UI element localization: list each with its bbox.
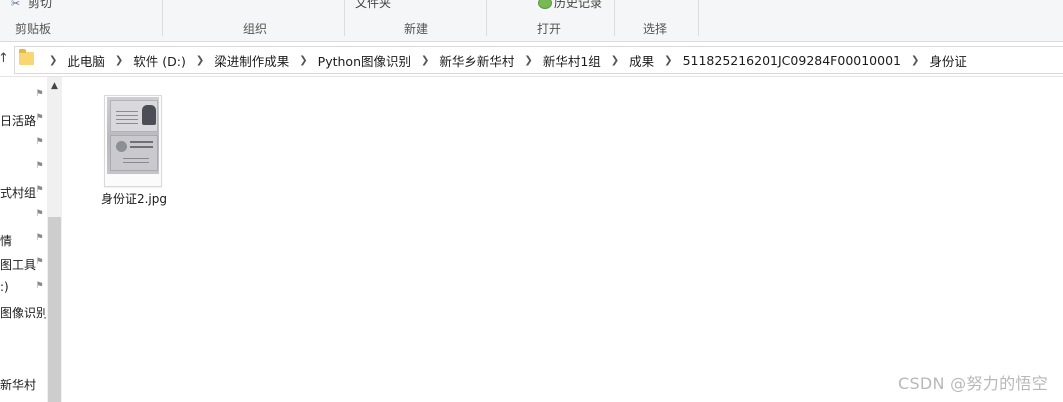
emblem-icon xyxy=(116,141,127,152)
pin-icon[interactable]: ⚑ xyxy=(35,282,44,291)
id-card-text-lines xyxy=(116,111,138,127)
quick-access-item[interactable]: ⚑ xyxy=(0,157,46,179)
scissors-icon[interactable]: ✂ xyxy=(11,0,20,10)
breadcrumb-item[interactable]: 新华村1组 xyxy=(543,51,601,70)
breadcrumb-item[interactable]: 身份证 xyxy=(929,51,967,70)
pin-icon[interactable]: ⚑ xyxy=(35,234,44,243)
quick-access-label: 新华村 xyxy=(0,378,37,392)
ribbon-divider xyxy=(344,0,345,36)
id-card-front xyxy=(110,100,158,132)
breadcrumb-item[interactable]: 成果 xyxy=(629,51,654,70)
quick-access-item[interactable]: 图工具 ⚑ xyxy=(0,253,46,275)
group-label-new: 新建 xyxy=(404,22,429,36)
ribbon-divider xyxy=(162,0,163,36)
watermark: CSDN @努力的悟空 xyxy=(897,374,1048,393)
id-card-title-lines xyxy=(130,141,153,151)
quick-access-item[interactable]: 日活路 ⚑ xyxy=(0,109,46,131)
group-label-select: 选择 xyxy=(643,22,668,36)
pin-icon[interactable]: ⚑ xyxy=(35,162,44,171)
quick-access-label: 日活路 xyxy=(0,114,37,128)
breadcrumb-item[interactable]: 软件 (D:) xyxy=(133,51,186,70)
quick-access-item[interactable]: 式村组 ⚑ xyxy=(0,181,46,203)
chevron-right-icon[interactable]: ❯ xyxy=(49,55,57,66)
image-thumbnail[interactable] xyxy=(104,95,162,187)
breadcrumb-item[interactable]: 新华乡新华村 xyxy=(439,51,514,70)
history-icon[interactable] xyxy=(538,0,552,9)
scroll-up-icon[interactable]: ▲ xyxy=(47,81,62,95)
id-card-text-lines xyxy=(123,158,149,166)
breadcrumb-item[interactable]: 梁进制作成果 xyxy=(214,51,289,70)
ribbon-divider xyxy=(614,0,615,36)
quick-access-item[interactable]: 新华村 xyxy=(0,373,46,395)
new-folder-button[interactable]: 文件夹 xyxy=(355,0,391,11)
id-card-photo xyxy=(107,97,159,174)
pin-icon[interactable]: ⚑ xyxy=(35,90,44,99)
nav-scrollbar[interactable]: ▲ xyxy=(47,77,62,402)
chevron-right-icon[interactable]: ❯ xyxy=(524,55,532,66)
chevron-right-icon[interactable]: ❯ xyxy=(196,55,204,66)
breadcrumb: ❯ 此电脑 ❯ 软件 (D:) ❯ 梁进制作成果 ❯ Python图像识别 ❯ … xyxy=(39,47,967,73)
quick-access-item[interactable]: ⚑ xyxy=(0,133,46,155)
group-label-organize: 组织 xyxy=(243,22,268,36)
id-card-back xyxy=(110,135,158,171)
navigation-pane: ⚑ 日活路 ⚑ ⚑ ⚑ 式村组 ⚑ ⚑ 情 ⚑ 图工具 ⚑ :) ⚑ 图像识别 … xyxy=(0,77,63,402)
quick-access-item[interactable]: 情 ⚑ xyxy=(0,229,46,251)
chevron-right-icon[interactable]: ❯ xyxy=(421,55,429,66)
group-label-open: 打开 xyxy=(537,22,562,36)
file-item[interactable]: 身份证2.jpg xyxy=(99,93,169,208)
id-card-portrait xyxy=(142,105,156,125)
chevron-right-icon[interactable]: ❯ xyxy=(299,55,307,66)
quick-access-label: 图像识别 xyxy=(0,306,46,320)
up-arrow-icon[interactable]: ↑ xyxy=(0,51,9,66)
chevron-right-icon[interactable]: ❯ xyxy=(611,55,619,66)
pin-icon[interactable]: ⚑ xyxy=(35,258,44,267)
pin-icon[interactable]: ⚑ xyxy=(35,138,44,147)
quick-access-item[interactable]: ⚑ xyxy=(0,205,46,227)
quick-access-label: 情 xyxy=(0,234,13,248)
cut-button[interactable]: 剪切 xyxy=(28,0,52,11)
ribbon: ✂ 剪切 文件夹 历史记录 剪贴板 组织 新建 打开 选择 xyxy=(0,0,1063,42)
quick-access-item[interactable]: :) ⚑ xyxy=(0,277,46,299)
pin-icon[interactable]: ⚑ xyxy=(35,210,44,219)
chevron-right-icon[interactable]: ❯ xyxy=(115,55,123,66)
history-button[interactable]: 历史记录 xyxy=(554,0,602,11)
quick-access-label: 图工具 xyxy=(0,258,37,272)
file-list-area[interactable]: 身份证2.jpg xyxy=(63,77,1063,402)
ribbon-divider xyxy=(698,0,699,36)
ribbon-divider xyxy=(486,0,487,36)
group-label-clipboard: 剪贴板 xyxy=(15,22,52,36)
quick-access-label: 式村组 xyxy=(0,186,37,200)
quick-access-label: :) xyxy=(0,280,9,294)
chevron-right-icon[interactable]: ❯ xyxy=(664,55,672,66)
quick-access-item[interactable]: ⚑ xyxy=(0,85,46,107)
breadcrumb-item[interactable]: Python图像识别 xyxy=(318,51,411,70)
scroll-thumb[interactable] xyxy=(48,217,61,402)
chevron-right-icon[interactable]: ❯ xyxy=(911,55,919,66)
folder-icon xyxy=(19,49,34,65)
breadcrumb-item[interactable]: 此电脑 xyxy=(67,51,105,70)
address-row: ↑ ❯ 此电脑 ❯ 软件 (D:) ❯ 梁进制作成果 ❯ Python图像识别 … xyxy=(0,42,1063,77)
pin-icon[interactable]: ⚑ xyxy=(35,114,44,123)
file-name[interactable]: 身份证2.jpg xyxy=(95,190,173,207)
address-bar[interactable]: ❯ 此电脑 ❯ 软件 (D:) ❯ 梁进制作成果 ❯ Python图像识别 ❯ … xyxy=(14,46,1063,74)
pin-icon[interactable]: ⚑ xyxy=(35,186,44,195)
quick-access-item[interactable]: 图像识别 xyxy=(0,301,46,323)
breadcrumb-item[interactable]: 511825216201JC09284F00010001 xyxy=(683,53,901,68)
